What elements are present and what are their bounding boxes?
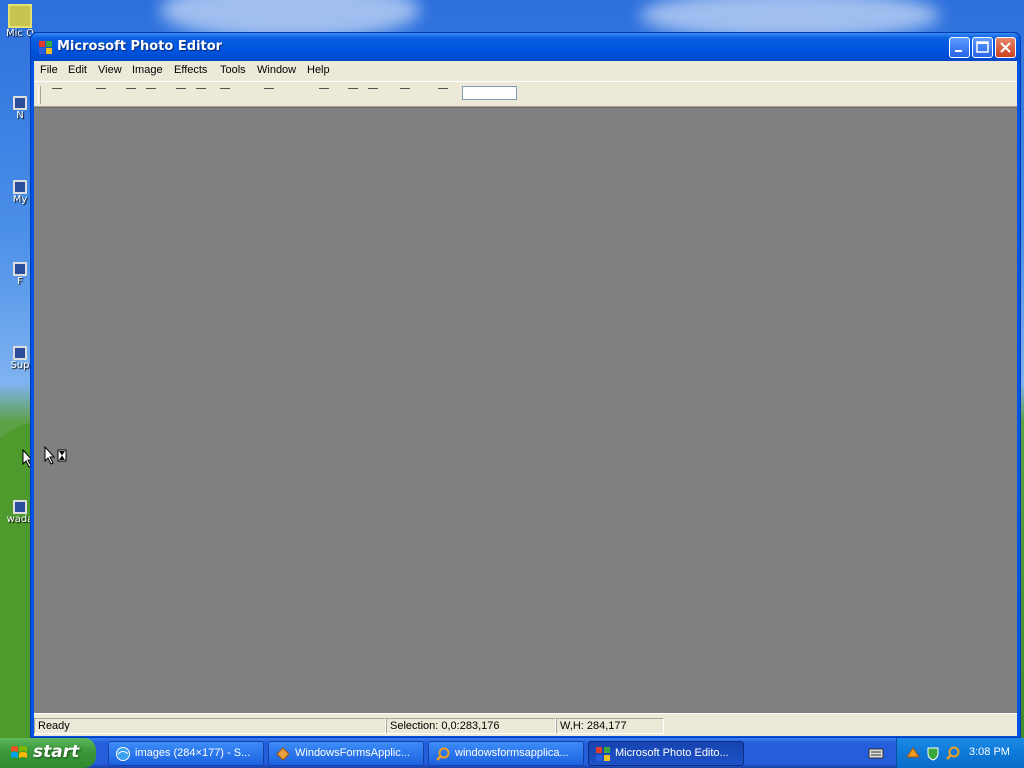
menu-window[interactable]: Window <box>255 64 298 76</box>
taskbar-item-images[interactable]: images (284×177) - S... <box>108 741 264 766</box>
toolbar-grip[interactable] <box>38 86 41 104</box>
save-icon[interactable] <box>126 88 136 94</box>
office-shortcut-icon <box>8 4 32 28</box>
taskbar-item-label: images (284×177) - S... <box>135 747 251 759</box>
new-icon[interactable] <box>52 88 62 94</box>
taskbar-item-label: Microsoft Photo Edito... <box>615 747 729 759</box>
minimize-icon <box>955 50 962 52</box>
selection-readout: Selection: 0,0:283,176 <box>386 718 556 734</box>
taskbar-item-photo-editor[interactable]: Microsoft Photo Edito... <box>588 741 744 766</box>
zoom-icon[interactable] <box>319 88 329 94</box>
status-text: Ready <box>34 718 386 734</box>
text-icon[interactable] <box>438 88 448 94</box>
window-client: File Edit View Image Effects Tools Windo… <box>34 61 1017 736</box>
shortcut-icon <box>13 500 27 514</box>
undo-icon[interactable] <box>264 88 274 94</box>
size-readout: W,H: 284,177 <box>556 718 664 734</box>
browser-icon <box>116 747 130 761</box>
menu-tools[interactable]: Tools <box>218 64 248 76</box>
windows-logo-icon <box>11 746 27 758</box>
close-button[interactable] <box>995 37 1016 58</box>
shortcut-icon <box>13 262 27 276</box>
taskbar: start images (284×177) - S... WindowsFor… <box>0 738 1024 768</box>
network-tray-icon[interactable] <box>905 745 921 761</box>
taskbar-item-label: windowsformsapplica... <box>455 747 569 759</box>
security-tray-icon[interactable] <box>925 745 941 761</box>
window-title: Microsoft Photo Editor <box>57 39 223 54</box>
status-bar: Ready Selection: 0,0:283,176 W,H: 284,17… <box>34 713 1017 736</box>
maximize-icon <box>976 41 989 53</box>
menu-image[interactable]: Image <box>130 64 165 76</box>
paste-icon[interactable] <box>220 88 230 94</box>
busy-cursor-icon <box>44 446 67 465</box>
photo-editor-window: Microsoft Photo Editor File Edit View Im… <box>30 32 1021 738</box>
photo-editor-icon <box>596 747 610 761</box>
system-tray: 3:08 PM <box>896 738 1024 768</box>
search-tray-icon[interactable] <box>945 745 961 761</box>
cut-icon[interactable] <box>176 88 186 94</box>
zoom-combo[interactable] <box>462 86 517 100</box>
rotate-icon[interactable] <box>348 88 358 94</box>
start-label: start <box>33 742 80 762</box>
menu-view[interactable]: View <box>96 64 124 76</box>
keyboard-language-icon[interactable] <box>868 746 884 760</box>
visual-studio-icon <box>276 747 290 761</box>
minimize-button[interactable] <box>949 37 970 58</box>
photo-editor-icon <box>39 41 52 54</box>
menu-bar: File Edit View Image Effects Tools Windo… <box>34 61 1017 81</box>
taskbar-item-label: WindowsFormsApplic... <box>295 747 410 759</box>
clock[interactable]: 3:08 PM <box>969 746 1010 758</box>
menu-edit[interactable]: Edit <box>66 64 89 76</box>
document-workspace[interactable] <box>34 107 1017 713</box>
taskbar-item-windowsforms[interactable]: WindowsFormsApplic... <box>268 741 424 766</box>
select-icon[interactable] <box>400 88 410 94</box>
close-icon <box>1000 42 1011 53</box>
toolbar <box>34 81 1017 107</box>
print-icon[interactable] <box>146 88 156 94</box>
menu-effects[interactable]: Effects <box>172 64 209 76</box>
title-bar[interactable]: Microsoft Photo Editor <box>31 33 1020 61</box>
crop-icon[interactable] <box>368 88 378 94</box>
shortcut-icon <box>13 96 27 110</box>
open-icon[interactable] <box>96 88 106 94</box>
shortcut-icon <box>13 180 27 194</box>
shortcut-icon <box>13 346 27 360</box>
start-button[interactable]: start <box>0 738 96 768</box>
maximize-button[interactable] <box>972 37 993 58</box>
menu-file[interactable]: File <box>38 64 60 76</box>
menu-help[interactable]: Help <box>305 64 332 76</box>
search-icon <box>436 747 450 761</box>
copy-icon[interactable] <box>196 88 206 94</box>
taskbar-item-windowsformsapplica[interactable]: windowsformsapplica... <box>428 741 584 766</box>
